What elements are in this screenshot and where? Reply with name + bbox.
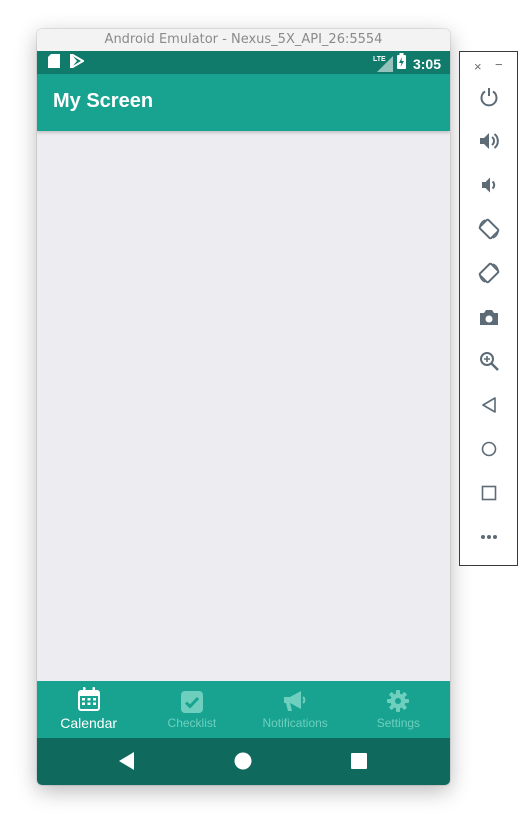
bottom-navigation: Calendar Checklist Notifications Setting… <box>37 681 450 738</box>
back-icon[interactable] <box>119 752 135 775</box>
window-title: Android Emulator - Nexus_5X_API_26:5554 <box>37 29 450 52</box>
network-type-label: LTE <box>372 55 386 63</box>
camera-icon[interactable] <box>475 303 503 331</box>
home-icon[interactable] <box>475 435 503 463</box>
volume-up-icon[interactable] <box>475 127 503 155</box>
sd-card-icon <box>48 54 60 73</box>
megaphone-icon <box>282 690 308 717</box>
rotate-right-icon[interactable] <box>475 259 503 287</box>
tab-notifications[interactable]: Notifications <box>244 681 347 738</box>
battery-charging-icon <box>396 53 406 74</box>
back-icon[interactable] <box>475 391 503 419</box>
gear-icon <box>387 690 410 717</box>
app-bar: My Screen <box>37 74 450 131</box>
play-store-icon <box>70 52 85 73</box>
emulator-window: Android Emulator - Nexus_5X_API_26:5554 … <box>37 29 450 785</box>
power-icon[interactable] <box>475 83 503 111</box>
main-content <box>37 131 450 681</box>
volume-down-icon[interactable] <box>475 171 503 199</box>
tab-calendar[interactable]: Calendar <box>37 681 140 738</box>
tab-checklist[interactable]: Checklist <box>140 681 243 738</box>
recents-icon[interactable] <box>351 753 367 774</box>
signal-icon: LTE <box>372 55 393 72</box>
status-bar: LTE 3:05 <box>37 51 450 74</box>
device-screen: LTE 3:05 My Screen Calendar Checklist No… <box>37 51 450 785</box>
tab-settings[interactable]: Settings <box>347 681 450 738</box>
tab-label: Settings <box>376 716 421 730</box>
status-time: 3:05 <box>412 55 441 72</box>
minimize-toolbar-button[interactable]: − <box>495 58 503 71</box>
more-icon[interactable] <box>475 523 503 551</box>
emulator-side-toolbar: × − <box>459 51 518 566</box>
overview-icon[interactable] <box>475 479 503 507</box>
close-toolbar-button[interactable]: × <box>474 60 482 73</box>
zoom-icon[interactable] <box>475 347 503 375</box>
tab-label: Calendar <box>60 715 118 731</box>
checkbox-icon <box>180 691 203 718</box>
page-title: My Screen <box>53 90 154 112</box>
rotate-left-icon[interactable] <box>475 215 503 243</box>
system-navigation-bar <box>37 738 450 785</box>
tab-label: Notifications <box>262 716 328 730</box>
tab-label: Checklist <box>167 716 217 730</box>
home-icon[interactable] <box>234 752 252 775</box>
calendar-icon <box>77 687 100 716</box>
